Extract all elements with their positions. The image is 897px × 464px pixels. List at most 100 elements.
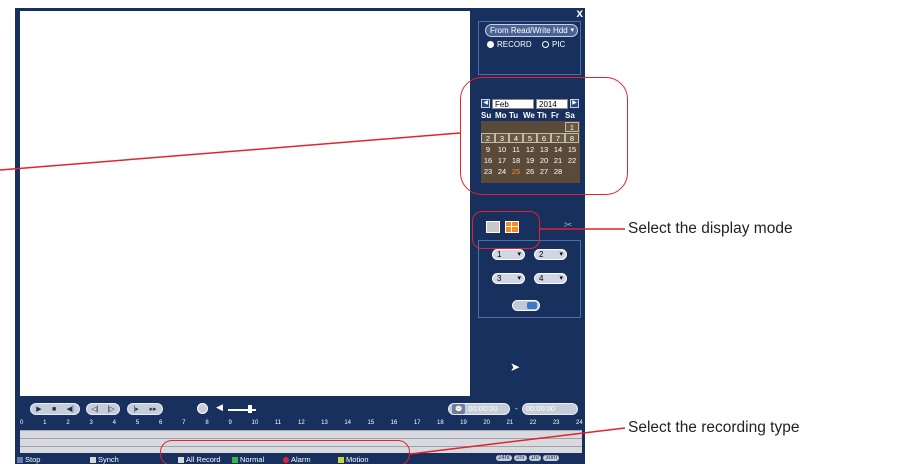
calendar-day[interactable]: 13	[537, 144, 551, 154]
end-time-field[interactable]: 00:00:00	[522, 403, 578, 415]
timeline-hour-label: 14	[344, 420, 352, 426]
calendar-day[interactable]: 7	[551, 133, 565, 143]
single-view-mode-button[interactable]	[486, 221, 500, 233]
record-type-all[interactable]: All Record	[178, 455, 221, 464]
channel-value: 2	[539, 250, 544, 259]
end-time-value: 00:00:00	[526, 404, 556, 413]
zoom-24hr-button[interactable]: 24hr	[496, 455, 513, 461]
calendar-day[interactable]: 5	[523, 133, 537, 143]
timeline-hour-label: 6	[159, 420, 163, 426]
radio-pic[interactable]: PIC	[542, 40, 565, 49]
zoom-1hr-button[interactable]: 1hr	[528, 455, 542, 461]
toggle-knob	[527, 302, 537, 309]
channel-value: 4	[539, 274, 544, 283]
slow-play-icon[interactable]: ◁|	[91, 405, 98, 413]
close-icon[interactable]: x	[576, 6, 583, 20]
chevron-right-icon[interactable]: ▶	[570, 99, 579, 108]
step-back-icon[interactable]: ◀|	[67, 405, 74, 413]
calendar-day[interactable]: 20	[537, 155, 551, 165]
calendar-day-empty	[537, 122, 551, 132]
synch-checkbox[interactable]: Synch	[90, 455, 119, 464]
record-type-motion[interactable]: Motion	[338, 455, 369, 464]
calendar-day[interactable]: 10	[495, 144, 509, 154]
chevron-left-icon[interactable]: ◀	[481, 99, 490, 108]
calendar-day[interactable]: 1	[565, 122, 579, 132]
timeline-track[interactable]	[20, 430, 582, 453]
timeline-hour-label: 0	[20, 420, 24, 426]
calendar-day[interactable]: 12	[523, 144, 537, 154]
calendar-day[interactable]: 8	[565, 133, 579, 143]
calendar-day[interactable]: 6	[537, 133, 551, 143]
calendar: ◀ Feb 2014 ▶ Su Mo Tu We Th Fr Sa 1 2 3 4 5 6 7 8 9 10 1…	[481, 98, 580, 183]
calendar-day[interactable]: 14	[551, 144, 565, 154]
calendar-day[interactable]: 2	[481, 133, 495, 143]
record-type-normal[interactable]: Normal	[232, 455, 264, 464]
channel-toggle-button[interactable]	[512, 300, 540, 311]
timeline-hour-label: 9	[228, 420, 232, 426]
calendar-day[interactable]: 17	[495, 155, 509, 165]
timeline-hour-label: 11	[274, 420, 282, 426]
frame-control-group: |▸ ▸▸	[127, 403, 163, 415]
calendar-day[interactable]: 18	[509, 155, 523, 165]
calendar-day[interactable]: 28	[551, 166, 565, 176]
weekday-label: Su	[481, 111, 492, 120]
next-frame-icon[interactable]: |▸	[133, 405, 138, 413]
weekday-label: Th	[537, 111, 547, 120]
calendar-day[interactable]: 23	[481, 166, 495, 176]
radio-dot-icon	[487, 41, 494, 48]
volume-slider[interactable]	[228, 405, 256, 413]
calendar-day-empty	[565, 166, 579, 176]
calendar-day-empty	[481, 122, 495, 132]
timeline-hour-label: 3	[89, 420, 93, 426]
timeline-hour-label: 7	[182, 420, 186, 426]
stop-button[interactable]: Stop	[17, 455, 40, 464]
scissors-icon[interactable]: ✂	[564, 220, 572, 231]
year-select[interactable]: 2014	[536, 99, 568, 109]
calendar-day[interactable]: 24	[495, 166, 509, 176]
record-type-label: All Record	[186, 455, 221, 464]
timeline[interactable]: 0 1 2 3 4 5 6 7 8 9 10 11 12 13 14 15 16 17 18 19 20 21 22 23 24	[20, 420, 583, 454]
stop-icon[interactable]: ■	[52, 406, 56, 413]
channel-select-4[interactable]: 4 ▾	[534, 273, 567, 284]
playback-controls: ▶ ■ ◀| ◁| |▷ |▸ ▸▸ ◀ ⌚ 00:00:00 - 00:00:0…	[20, 400, 580, 418]
radio-record[interactable]: RECORD	[487, 40, 532, 49]
calendar-day[interactable]: 19	[523, 155, 537, 165]
calendar-day[interactable]: 25	[509, 166, 523, 176]
weekday-label: Sa	[565, 111, 575, 120]
checkbox-icon	[338, 456, 344, 463]
zoom-2hr-button[interactable]: 2hr	[514, 455, 527, 461]
channel-select-2[interactable]: 2 ▾	[534, 249, 567, 260]
zoom-30m-button[interactable]: 30m	[543, 455, 560, 461]
calendar-day[interactable]: 16	[481, 155, 495, 165]
start-time-field[interactable]: ⌚ 00:00:00	[448, 403, 510, 415]
last-icon[interactable]: ▸▸	[150, 405, 157, 413]
timeline-hour-ticks: 0 1 2 3 4 5 6 7 8 9 10 11 12 13 14 15 16 17 18 19 20 21 22 23 24	[20, 420, 583, 429]
quad-view-mode-button[interactable]	[505, 221, 519, 233]
calendar-day-empty	[495, 122, 509, 132]
fast-play-icon[interactable]: |▷	[107, 405, 114, 413]
timeline-hour-label: 16	[390, 420, 398, 426]
channel-select-3[interactable]: 3 ▾	[492, 273, 525, 284]
calendar-day[interactable]: 22	[565, 155, 579, 165]
calendar-day[interactable]: 27	[537, 166, 551, 176]
calendar-day[interactable]: 9	[481, 144, 495, 154]
record-type-alarm[interactable]: Alarm	[283, 455, 311, 464]
calendar-day[interactable]: 3	[495, 133, 509, 143]
status-bar: Stop Synch All Record Normal Alarm Motio…	[15, 455, 585, 464]
timeline-hour-label: 24	[576, 420, 583, 426]
source-select[interactable]: From Read/Write Hdd ▾	[485, 24, 578, 37]
video-preview-area[interactable]	[20, 11, 470, 396]
month-select[interactable]: Feb	[492, 99, 534, 109]
calendar-day[interactable]: 15	[565, 144, 579, 154]
volume-knob-icon[interactable]	[197, 403, 208, 414]
calendar-day-empty	[509, 122, 523, 132]
calendar-day[interactable]: 11	[509, 144, 523, 154]
play-icon[interactable]: ▶	[36, 405, 41, 413]
channel-select-1[interactable]: 1 ▾	[492, 249, 525, 260]
calendar-day[interactable]: 26	[523, 166, 537, 176]
mouse-cursor-icon: ➤	[510, 360, 521, 374]
calendar-day[interactable]: 21	[551, 155, 565, 165]
record-type-label: Motion	[346, 455, 369, 464]
timeline-hour-label: 20	[483, 420, 491, 426]
calendar-day[interactable]: 4	[509, 133, 523, 143]
